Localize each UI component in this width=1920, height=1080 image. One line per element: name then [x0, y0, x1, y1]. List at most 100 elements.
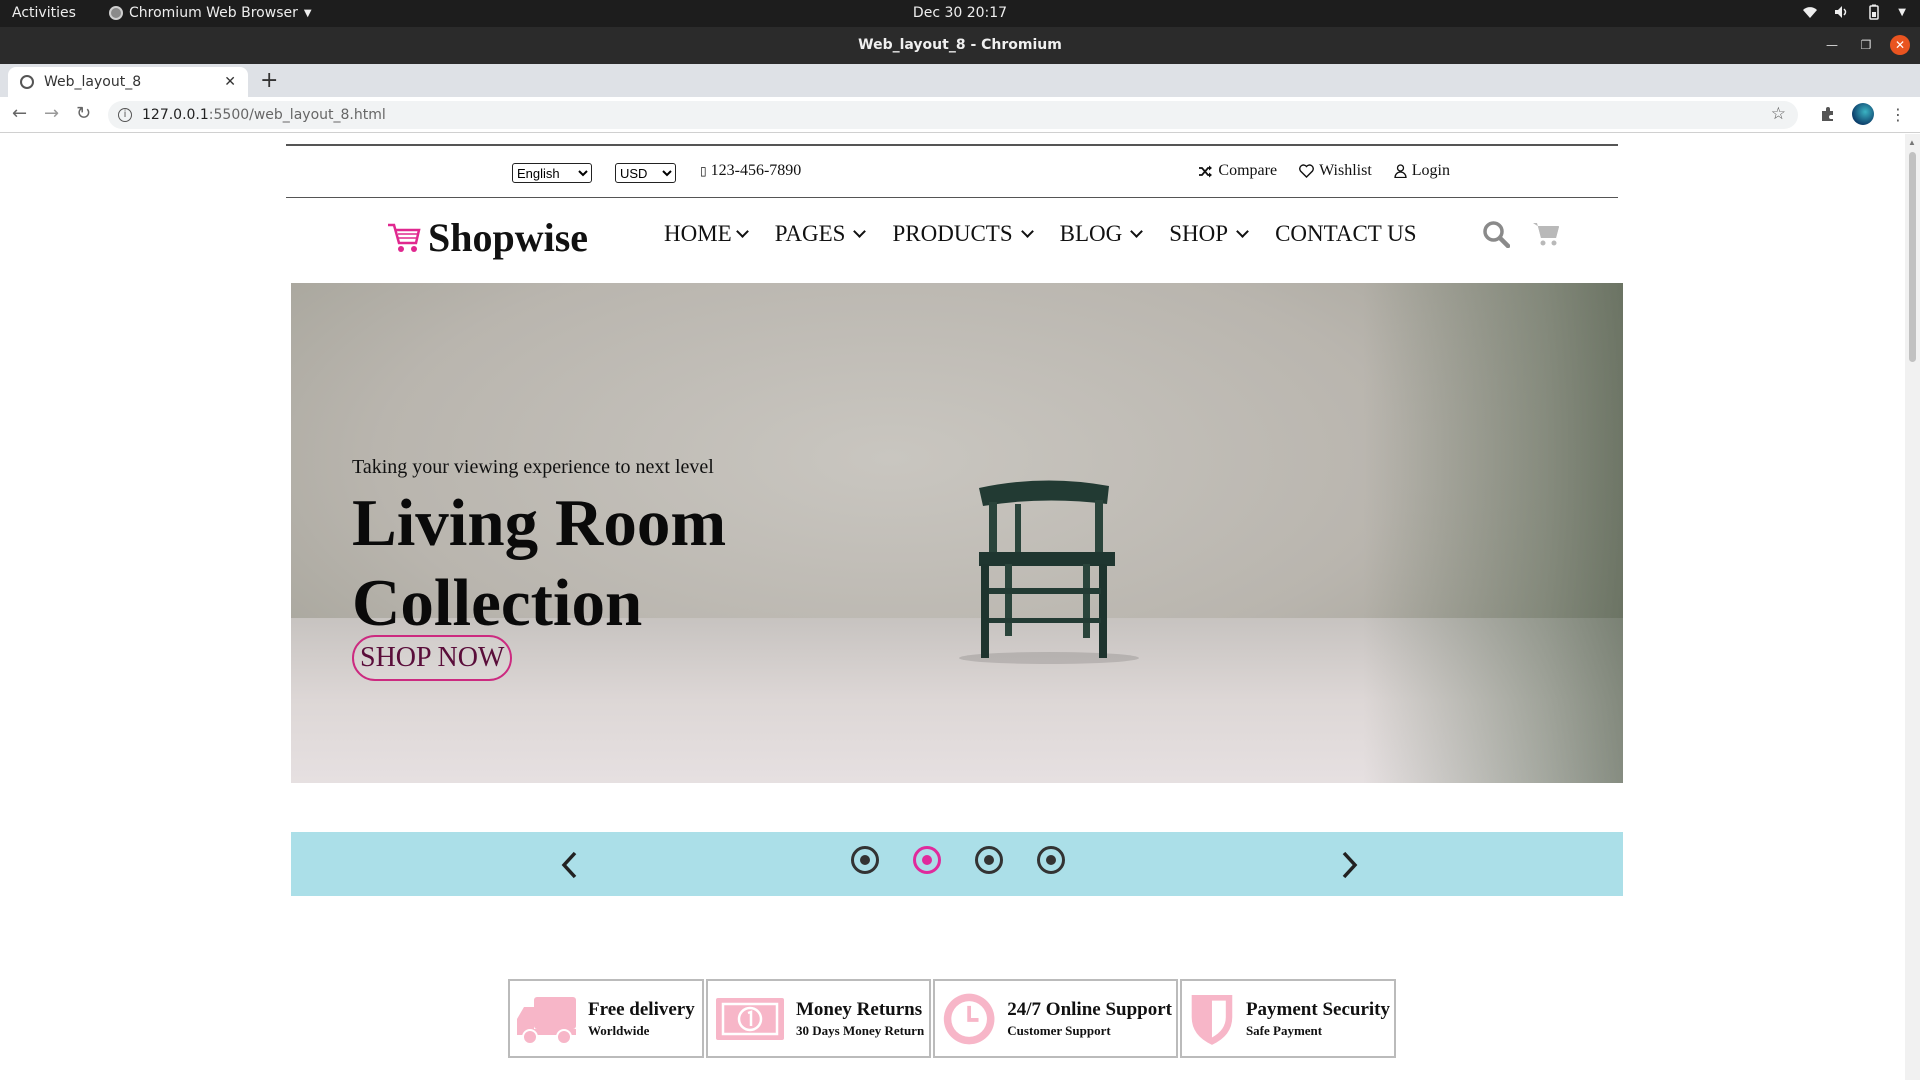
- menu-item-pages[interactable]: PAGES: [775, 221, 869, 247]
- globe-icon: [20, 75, 34, 89]
- menu-label: BLOG: [1059, 221, 1123, 246]
- slider-dot-1[interactable]: [851, 846, 879, 874]
- scroll-up-icon[interactable]: ▲: [1908, 138, 1916, 147]
- feature-support: 24/7 Online Support Customer Support: [933, 979, 1178, 1058]
- wishlist-link[interactable]: Wishlist: [1299, 162, 1372, 180]
- compare-link[interactable]: Compare: [1198, 162, 1277, 180]
- truck-icon: [517, 996, 576, 1045]
- site-info-icon[interactable]: i: [118, 108, 132, 122]
- menu-item-blog[interactable]: BLOG: [1060, 221, 1146, 247]
- browser-tab[interactable]: Web_layout_8 ✕: [8, 67, 248, 97]
- new-tab-icon[interactable]: +: [260, 68, 278, 93]
- address-bar[interactable]: i 127.0.0.1:5500/web_layout_8.html ☆: [108, 101, 1798, 129]
- phone-contact: ▯ 123-456-7890: [700, 162, 801, 180]
- main-menu: HOME PAGES PRODUCTS BLOG SHOP CONTACT US: [664, 221, 1417, 247]
- forward-icon[interactable]: →: [44, 103, 59, 124]
- scroll-thumb[interactable]: [1909, 152, 1916, 362]
- maximize-icon[interactable]: ❐: [1856, 35, 1876, 55]
- wishlist-label: Wishlist: [1319, 162, 1372, 179]
- wifi-icon: [1803, 7, 1818, 18]
- hero-subtitle: Taking your viewing experience to next l…: [352, 456, 714, 478]
- url-path: :5500/web_layout_8.html: [208, 107, 386, 123]
- money-icon: [716, 997, 784, 1040]
- phone-icon: ▯: [700, 164, 707, 178]
- feature-subtitle: Worldwide: [588, 1022, 650, 1038]
- chevron-down-icon: [1020, 224, 1034, 238]
- menu-item-home[interactable]: HOME: [664, 221, 751, 247]
- chevron-down-icon: [735, 224, 749, 238]
- page-viewport: English USD ▯ 123-456-7890 Compare Wishl…: [0, 134, 1905, 1080]
- user-icon: [1394, 164, 1407, 178]
- header-icons: [1482, 220, 1560, 248]
- activities-button[interactable]: Activities: [12, 5, 76, 21]
- shop-now-button[interactable]: SHOP NOW: [352, 635, 513, 681]
- currency-select[interactable]: USD: [615, 163, 676, 183]
- tab-close-icon[interactable]: ✕: [224, 74, 236, 90]
- search-icon[interactable]: [1482, 220, 1510, 248]
- feature-title: Free delivery: [588, 998, 695, 1020]
- menu-item-shop[interactable]: SHOP: [1169, 221, 1251, 247]
- chevron-left-icon[interactable]: [559, 850, 579, 880]
- profile-avatar[interactable]: [1852, 103, 1874, 125]
- feature-title: 24/7 Online Support: [1007, 998, 1172, 1020]
- menu-label: PAGES: [774, 221, 846, 246]
- feature-subtitle: Customer Support: [1007, 1022, 1111, 1038]
- close-window-icon[interactable]: ✕: [1890, 35, 1910, 55]
- feature-title: Payment Security: [1245, 998, 1390, 1020]
- menu-item-contact[interactable]: CONTACT US: [1275, 221, 1417, 247]
- bookmark-star-icon[interactable]: ☆: [1771, 104, 1786, 124]
- feature-subtitle: Safe Payment: [1245, 1022, 1323, 1038]
- chevron-down-icon: [853, 224, 867, 238]
- cart-logo-icon: [388, 223, 421, 252]
- page-scrollbar[interactable]: ▲: [1905, 134, 1920, 1080]
- slider-dot-4[interactable]: [1037, 846, 1065, 874]
- tray-caret-icon: ▼: [1898, 6, 1906, 18]
- chevron-right-icon[interactable]: [1340, 850, 1360, 880]
- cart-icon[interactable]: [1532, 221, 1560, 247]
- menu-dots-icon[interactable]: ⋮: [1890, 105, 1906, 124]
- site-logo[interactable]: Shopwise: [386, 214, 588, 261]
- hero-banner: Taking your viewing experience to next l…: [291, 283, 1623, 783]
- extensions-icon[interactable]: [1820, 106, 1836, 122]
- minimize-icon[interactable]: —: [1822, 35, 1842, 55]
- utility-bar: English USD ▯ 123-456-7890 Compare Wishl…: [286, 144, 1618, 198]
- feature-text: Free delivery Worldwide: [588, 999, 695, 1039]
- chevron-down-icon: [1236, 224, 1249, 238]
- window-controls: — ❐ ✕: [1822, 35, 1910, 55]
- back-icon[interactable]: ←: [12, 103, 27, 124]
- hero-title: Living Room Collection: [352, 486, 727, 640]
- slider-dot-2[interactable]: [913, 846, 941, 874]
- feature-text: 24/7 Online Support Customer Support: [1007, 999, 1172, 1039]
- feature-strip: Free delivery Worldwide Money Returns 30…: [508, 979, 1396, 1058]
- toolbar-actions: ⋮: [1820, 103, 1906, 125]
- compare-label: Compare: [1218, 162, 1278, 179]
- login-link[interactable]: Login: [1394, 162, 1450, 180]
- url-host: 127.0.0.1: [142, 107, 209, 123]
- reload-icon[interactable]: ↻: [76, 103, 91, 124]
- menu-label: SHOP: [1169, 221, 1229, 246]
- chromium-icon: [109, 6, 123, 20]
- slider-dot-3[interactable]: [975, 846, 1003, 874]
- shuffle-icon: [1199, 165, 1213, 177]
- battery-icon: [1869, 4, 1880, 20]
- account-links: Compare Wishlist Login: [1198, 162, 1450, 180]
- chevron-down-icon: [1130, 224, 1144, 238]
- slider-controls: [291, 832, 1623, 896]
- window-titlebar: Web_layout_8 - Chromium — ❐ ✕: [0, 27, 1920, 64]
- slider-dots: [851, 846, 1065, 874]
- app-menu[interactable]: Chromium Web Browser ▼: [109, 5, 312, 21]
- feature-text: Money Returns 30 Days Money Return: [796, 999, 924, 1039]
- feature-text: Payment Security Safe Payment: [1246, 999, 1390, 1039]
- window-title: Web_layout_8 - Chromium: [858, 37, 1062, 53]
- menu-item-products[interactable]: PRODUCTS: [892, 221, 1035, 247]
- language-select[interactable]: English: [512, 163, 592, 183]
- tab-title: Web_layout_8: [44, 74, 142, 90]
- app-name: Chromium Web Browser: [129, 5, 298, 21]
- system-tray[interactable]: ▼: [1802, 4, 1906, 20]
- logo-text: Shopwise: [428, 215, 589, 260]
- clock[interactable]: Dec 30 20:17: [913, 5, 1007, 21]
- hero-shadow: [1363, 283, 1623, 783]
- menu-label: HOME: [664, 221, 732, 246]
- shield-icon: [1191, 994, 1233, 1045]
- caret-down-icon: ▼: [303, 7, 312, 19]
